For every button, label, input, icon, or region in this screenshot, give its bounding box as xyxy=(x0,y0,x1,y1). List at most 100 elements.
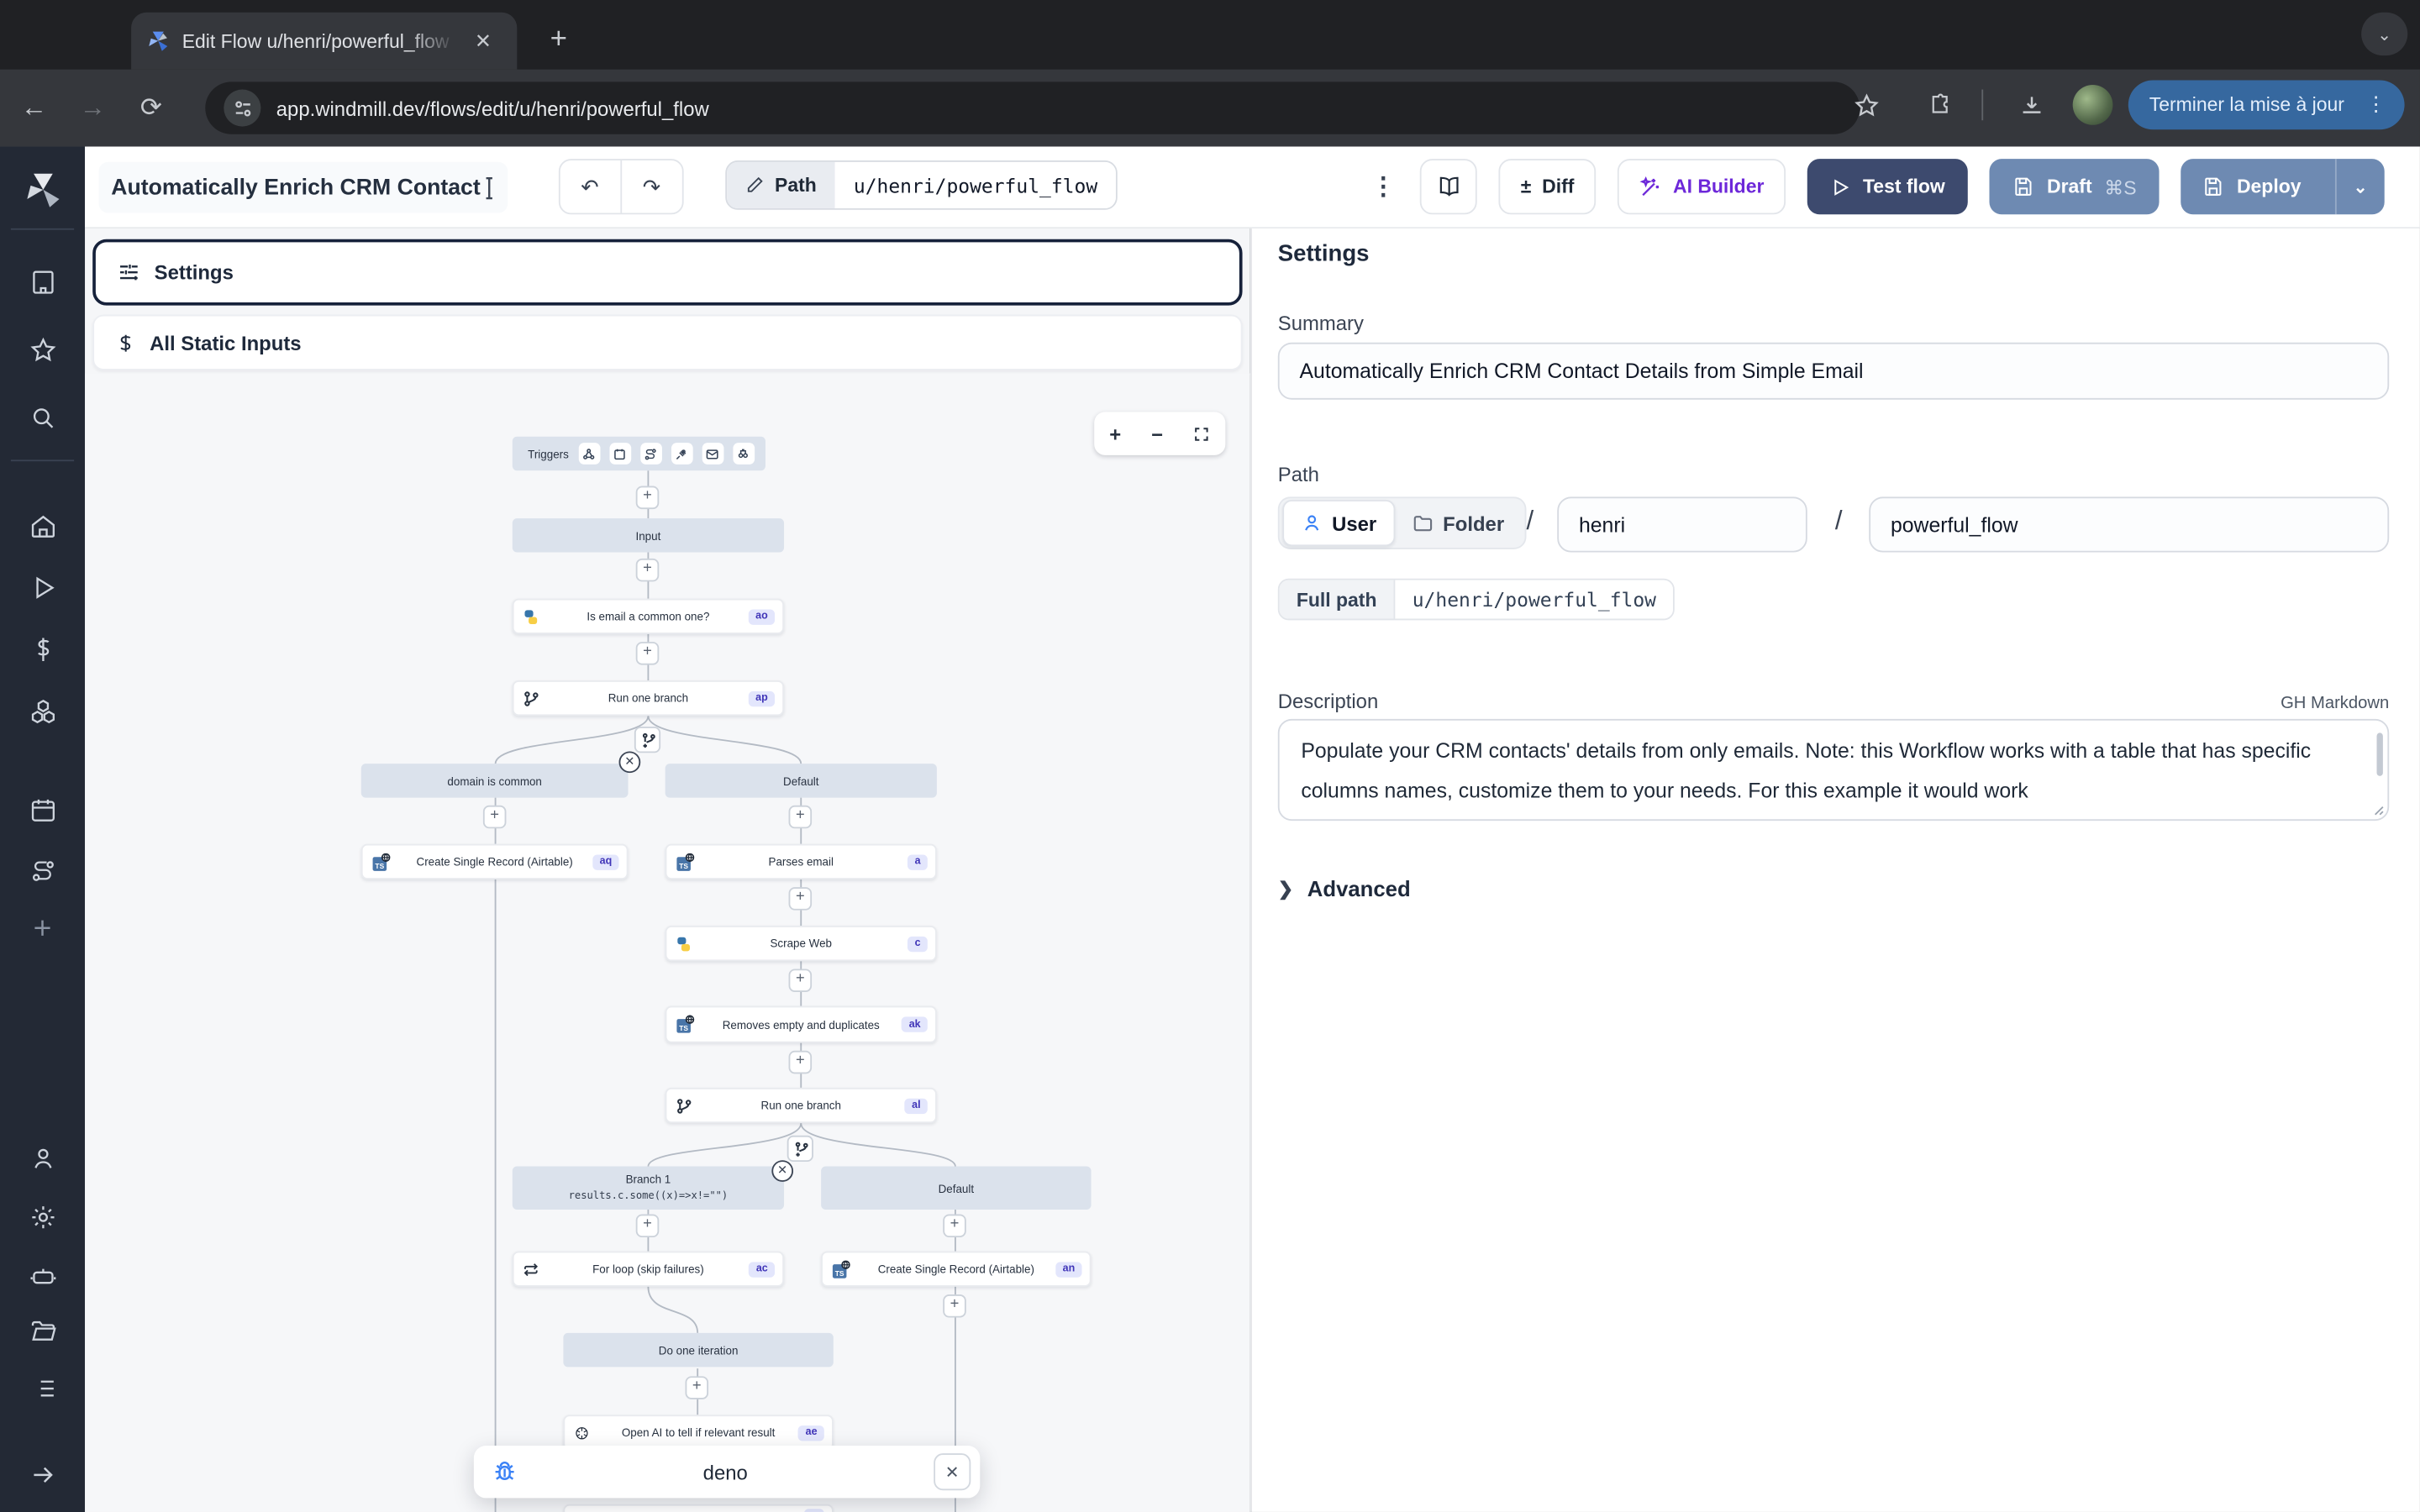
diff-button[interactable]: ± Diff xyxy=(1499,159,1596,214)
add-branch-button[interactable] xyxy=(787,1136,813,1162)
sidebar-item-add[interactable] xyxy=(0,900,85,955)
flow-node-removes-duplicates[interactable]: TS Removes empty and duplicates ak xyxy=(666,1006,937,1043)
sidebar-item-schedules[interactable] xyxy=(0,782,85,837)
email-trigger-icon[interactable] xyxy=(702,443,723,465)
path-name-input[interactable]: powerful_flow xyxy=(1869,496,2389,552)
zoom-in-icon[interactable]: + xyxy=(1109,422,1121,445)
fullscreen-icon[interactable] xyxy=(1193,425,1210,442)
flow-node-for-loop[interactable]: For loop (skip failures) ac xyxy=(513,1252,784,1287)
sidebar-item-settings[interactable] xyxy=(0,1189,85,1245)
all-static-inputs-card[interactable]: All Static Inputs xyxy=(92,315,1242,370)
back-icon[interactable]: ← xyxy=(9,83,59,133)
flow-node-create-record-1[interactable]: TS Create Single Record (Airtable) aq xyxy=(361,844,629,879)
schedule-trigger-icon[interactable] xyxy=(609,443,631,465)
branch-header-default-2[interactable]: Default xyxy=(821,1167,1091,1210)
avatar[interactable] xyxy=(2072,85,2112,125)
sidebar-item-home[interactable] xyxy=(0,498,85,554)
test-flow-button[interactable]: Test flow xyxy=(1807,159,1968,214)
chrome-update-button[interactable]: Terminer la mise à jour ⋮ xyxy=(2128,81,2405,130)
flow-canvas[interactable]: + − Triggers Input xyxy=(85,373,1250,1511)
redo-button[interactable]: ↷ xyxy=(621,160,682,213)
ai-builder-button[interactable]: AI Builder xyxy=(1618,159,1786,214)
new-tab-button[interactable]: + xyxy=(537,18,580,61)
windmill-logo[interactable] xyxy=(0,162,85,218)
flow-node-run-one-branch-1[interactable]: Run one branch ap xyxy=(513,680,784,716)
sidebar-item-resources[interactable] xyxy=(0,684,85,739)
add-step-button[interactable]: + xyxy=(943,1214,966,1237)
deploy-dropdown-chevron-icon[interactable]: ⌄ xyxy=(2335,159,2385,214)
add-step-button[interactable]: + xyxy=(943,1294,966,1318)
sidebar-item-search[interactable] xyxy=(0,391,85,446)
summary-input[interactable]: Automatically Enrich CRM Contact Details… xyxy=(1278,343,2389,400)
reload-icon[interactable]: ⟳ xyxy=(127,83,176,133)
address-bar[interactable]: app.windmill.dev/flows/edit/u/henri/powe… xyxy=(205,81,1860,134)
flow-node-parses-email[interactable]: TS Parses email a xyxy=(666,844,937,879)
flow-node-run-one-branch-2[interactable]: Run one branch al xyxy=(666,1088,937,1123)
add-step-button[interactable]: + xyxy=(789,887,813,911)
deno-toast[interactable]: deno ✕ xyxy=(474,1446,980,1498)
browser-tab[interactable]: Edit Flow u/henri/powerful_flow ✕ xyxy=(131,13,517,70)
deploy-button[interactable]: Deploy ⌄ xyxy=(2181,159,2385,214)
branch-header-domain-is-common[interactable]: domain is common xyxy=(361,764,629,797)
owner-folder-option[interactable]: Folder xyxy=(1395,500,1521,546)
add-step-button[interactable]: + xyxy=(483,806,507,829)
undo-button[interactable]: ↶ xyxy=(560,160,622,213)
tab-close-icon[interactable]: ✕ xyxy=(469,27,497,55)
add-step-button[interactable]: + xyxy=(789,1051,813,1074)
remove-branch-button[interactable]: ✕ xyxy=(619,751,641,773)
flow-node-is-email[interactable]: Is email a common one? ao xyxy=(513,599,784,634)
poll-trigger-icon[interactable] xyxy=(733,443,755,465)
forward-icon[interactable]: → xyxy=(68,83,118,133)
sidebar-expand-icon[interactable] xyxy=(0,1447,85,1503)
flow-node-partial[interactable] xyxy=(563,1504,833,1512)
tab-search-icon[interactable]: ⌄ xyxy=(2361,13,2407,55)
sidebar-item-variables[interactable] xyxy=(0,622,85,677)
add-step-button[interactable]: + xyxy=(636,642,660,665)
add-step-button[interactable]: + xyxy=(789,806,813,829)
textarea-scrollbar[interactable] xyxy=(2377,732,2383,775)
branch-header-branch-1[interactable]: Branch 1 results.c.some((x)=>x!="") xyxy=(513,1167,784,1210)
webhook-trigger-icon[interactable] xyxy=(578,443,600,465)
add-branch-button[interactable] xyxy=(634,727,660,753)
sidebar-item-folders[interactable] xyxy=(0,1304,85,1359)
path-user-input[interactable]: henri xyxy=(1557,496,1807,552)
bookmark-star-icon[interactable] xyxy=(1842,81,1891,130)
branch-header-default-1[interactable]: Default xyxy=(666,764,937,797)
sidebar-item-workspace[interactable] xyxy=(0,255,85,310)
do-one-iteration-node[interactable]: Do one iteration xyxy=(563,1333,833,1367)
chrome-menu-icon[interactable]: ⋮ xyxy=(2357,92,2396,117)
add-step-button[interactable]: + xyxy=(789,969,813,992)
more-options-icon[interactable]: ⋮ xyxy=(1368,171,1399,202)
sidebar-item-routes[interactable] xyxy=(0,844,85,900)
owner-user-option[interactable]: User xyxy=(1282,500,1395,546)
downloads-icon[interactable] xyxy=(2007,81,2057,130)
path-chip[interactable]: Path u/henri/powerful_flow xyxy=(725,160,1118,210)
sidebar-item-audit-logs[interactable] xyxy=(0,1361,85,1416)
add-step-button[interactable]: + xyxy=(636,559,660,582)
description-textarea[interactable]: Populate your CRM contacts' details from… xyxy=(1278,719,2389,821)
kafka-trigger-icon[interactable] xyxy=(671,443,692,465)
docs-button[interactable] xyxy=(1420,159,1477,214)
settings-card[interactable]: Settings xyxy=(92,239,1242,306)
flow-node-create-record-2[interactable]: TS Create Single Record (Airtable) an xyxy=(821,1252,1091,1287)
triggers-node[interactable]: Triggers xyxy=(513,437,765,470)
sidebar-item-favorites[interactable] xyxy=(0,323,85,378)
flow-title-input[interactable]: Automatically Enrich CRM Contact xyxy=(99,162,508,213)
sidebar-item-runs[interactable] xyxy=(0,560,85,616)
flow-node-scrape-web[interactable]: Scrape Web c xyxy=(666,926,937,961)
remove-branch-button[interactable]: ✕ xyxy=(771,1160,793,1182)
add-step-button[interactable]: + xyxy=(636,1214,660,1237)
resize-grip-icon[interactable] xyxy=(2372,804,2385,816)
sidebar-item-users[interactable] xyxy=(0,1131,85,1186)
add-step-button[interactable]: + xyxy=(685,1376,708,1399)
flow-input-node[interactable]: Input xyxy=(513,518,784,552)
sidebar-item-workers[interactable] xyxy=(0,1248,85,1304)
advanced-section-toggle[interactable]: ❯ Advanced xyxy=(1278,876,1411,900)
route-trigger-icon[interactable] xyxy=(639,443,661,465)
zoom-out-icon[interactable]: − xyxy=(1151,422,1163,445)
add-step-button[interactable]: + xyxy=(636,486,660,510)
site-settings-icon[interactable] xyxy=(224,90,260,127)
draft-button[interactable]: Draft ⌘S xyxy=(1990,159,2160,214)
toast-close-button[interactable]: ✕ xyxy=(934,1453,971,1490)
extensions-icon[interactable] xyxy=(1916,81,1965,130)
